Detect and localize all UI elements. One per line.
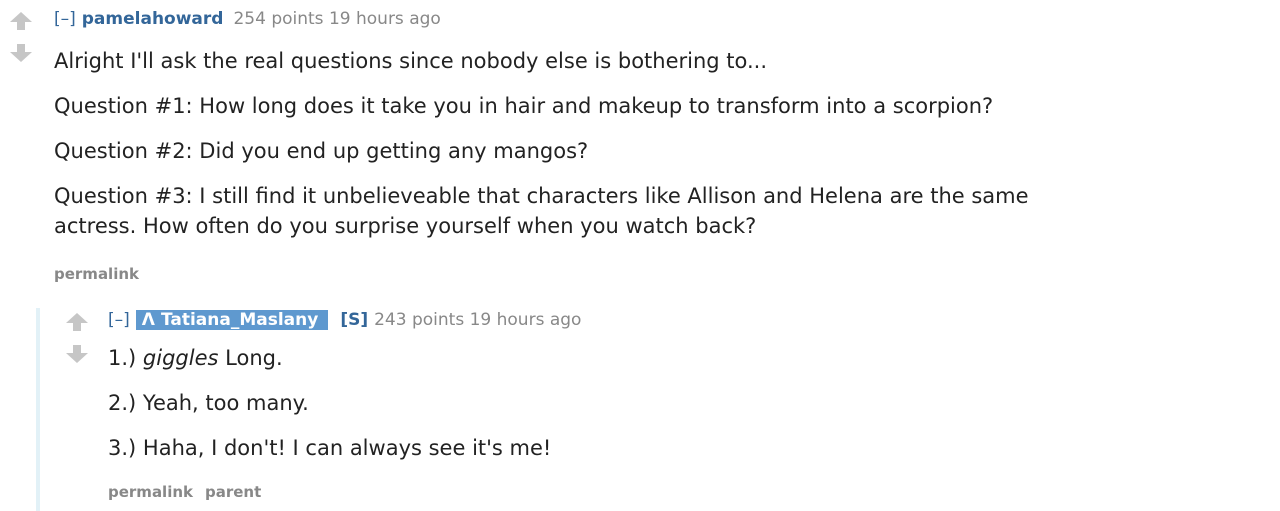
- comment-line-4: Question #3: I still find it unbelieveab…: [54, 184, 1029, 208]
- reply-line-3: 3.) Haha, I don't! I can always see it's…: [108, 436, 552, 460]
- comment-score: 254 points: [233, 9, 324, 29]
- reply-line-1-suffix: Long.: [225, 346, 283, 370]
- submitter-badge[interactable]: [S]: [340, 310, 368, 330]
- comment-votes: [10, 12, 36, 62]
- reply-line-2: 2.) Yeah, too many.: [108, 391, 309, 415]
- comment-time: 19 hours ago: [328, 9, 441, 29]
- comment-line-2: Question #1: How long does it take you i…: [54, 94, 994, 118]
- upvote-arrow-icon[interactable]: [10, 12, 32, 30]
- reply-votes: [66, 313, 92, 363]
- thread-line: [36, 308, 40, 511]
- reply-tagline: [–] Λ Tatiana_Maslany [S] 243 points 19 hour…: [108, 310, 581, 330]
- comment-author[interactable]: pamelahoward: [82, 9, 224, 29]
- comment-line-5: actress. How often do you surprise yours…: [54, 214, 757, 238]
- collapse-toggle[interactable]: [–]: [108, 310, 130, 330]
- reply-author-name: Tatiana_Maslany: [160, 310, 319, 330]
- reply-actions: permalink parent: [108, 483, 273, 501]
- reply-line-1: 1.) giggles Long.: [108, 343, 551, 373]
- reply-score: 243 points: [374, 310, 465, 330]
- comment-body: Alright I'll ask the real questions sinc…: [54, 46, 1029, 241]
- parent-link[interactable]: parent: [205, 483, 261, 501]
- reply-author[interactable]: Λ Tatiana_Maslany: [135, 310, 329, 330]
- reply-line-1-emphasis: giggles: [142, 346, 219, 370]
- downvote-arrow-icon[interactable]: [10, 44, 32, 62]
- comment-line-1: Alright I'll ask the real questions sinc…: [54, 49, 768, 73]
- reply-time: 19 hours ago: [469, 310, 582, 330]
- permalink-link[interactable]: permalink: [54, 265, 139, 283]
- comment-line-3: Question #2: Did you end up getting any …: [54, 139, 589, 163]
- comment-tagline: [–] pamelahoward 254 points 19 hours ago: [54, 9, 441, 29]
- comment-actions: permalink: [54, 265, 151, 283]
- permalink-link[interactable]: permalink: [108, 483, 193, 501]
- reply-body: 1.) giggles Long. 2.) Yeah, too many. 3.…: [108, 343, 551, 463]
- downvote-arrow-icon[interactable]: [66, 345, 88, 363]
- collapse-toggle[interactable]: [–]: [54, 9, 76, 29]
- verified-a-icon: Λ: [141, 310, 155, 330]
- reply-line-1-prefix: 1.): [108, 346, 137, 370]
- upvote-arrow-icon[interactable]: [66, 313, 88, 331]
